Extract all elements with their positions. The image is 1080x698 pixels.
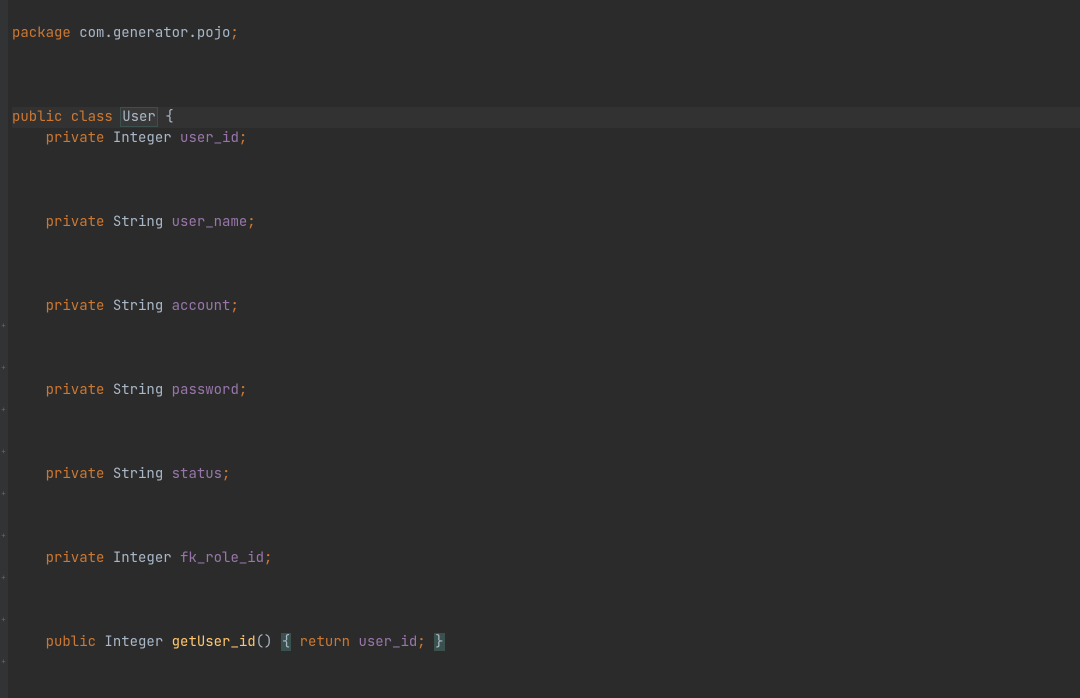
field-line: private String status; <box>12 464 1080 485</box>
fold-icon[interactable]: + <box>1 617 7 623</box>
fold-icon[interactable]: + <box>1 659 7 665</box>
field-line: private Integer user_id; <box>12 128 1080 149</box>
package-line: package com.generator.pojo; <box>12 23 1080 44</box>
method-line: public Integer getUser_id() { return use… <box>12 632 1080 653</box>
gutter: + + + + + + + + + <box>0 0 8 698</box>
fold-icon[interactable]: + <box>1 449 7 455</box>
caret-selection: User <box>120 107 158 127</box>
fold-icon[interactable]: + <box>1 365 7 371</box>
fold-icon[interactable]: + <box>1 491 7 497</box>
fold-icon[interactable]: + <box>1 533 7 539</box>
field-line: private String account; <box>12 296 1080 317</box>
field-line: private String user_name; <box>12 212 1080 233</box>
fold-icon[interactable]: + <box>1 407 7 413</box>
code-editor[interactable]: + + + + + + + + + package com.generator.… <box>0 0 1080 698</box>
fold-icon[interactable]: + <box>1 323 7 329</box>
class-line: public class User { <box>12 107 1080 128</box>
field-line: private String password; <box>12 380 1080 401</box>
fold-icon[interactable]: + <box>1 575 7 581</box>
code-area[interactable]: package com.generator.pojo; public class… <box>8 0 1080 698</box>
field-line: private Integer fk_role_id; <box>12 548 1080 569</box>
